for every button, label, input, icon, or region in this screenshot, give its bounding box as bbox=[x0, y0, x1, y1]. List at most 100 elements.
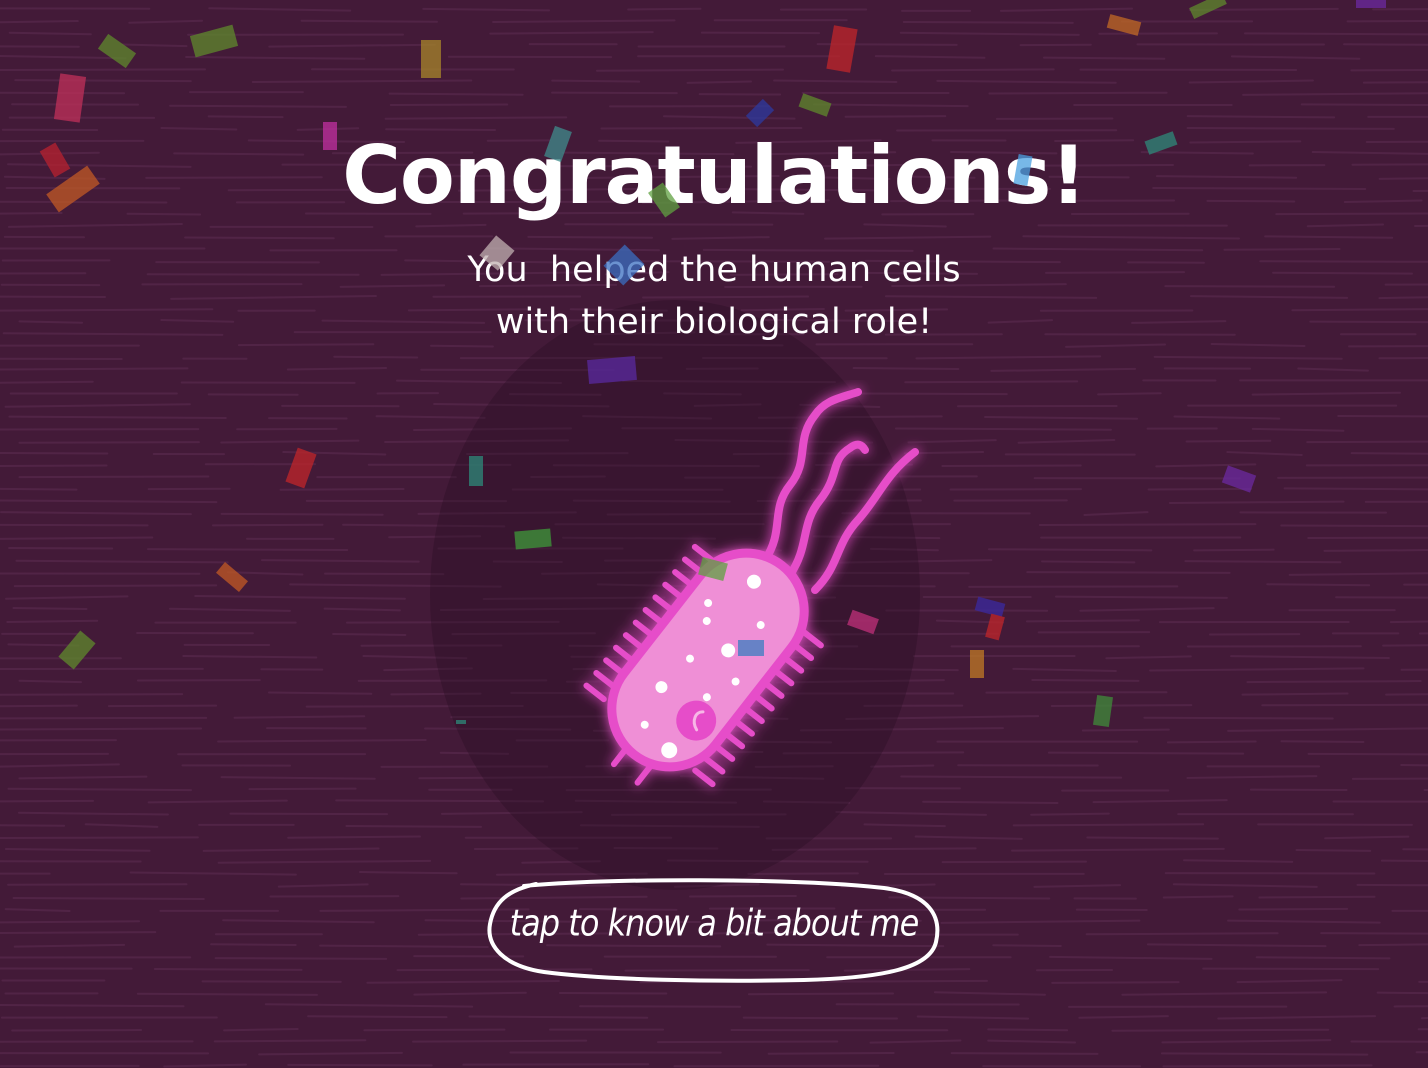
texture-stroke bbox=[7, 643, 80, 647]
learn-more-button[interactable]: tap to know a bit about me bbox=[484, 876, 944, 988]
texture-stroke bbox=[1295, 849, 1372, 852]
texture-stroke bbox=[1011, 847, 1225, 852]
texture-stroke bbox=[1012, 667, 1117, 672]
texture-stroke bbox=[202, 847, 380, 852]
texture-stroke bbox=[18, 679, 82, 684]
bacterium-icon bbox=[583, 388, 919, 788]
texture-stroke bbox=[657, 1040, 839, 1044]
texture-stroke bbox=[12, 607, 88, 610]
texture-stroke bbox=[0, 716, 208, 720]
texture-stroke bbox=[1188, 7, 1339, 12]
texture-stroke bbox=[136, 992, 318, 996]
texture-stroke bbox=[767, 1051, 895, 1055]
texture-stroke bbox=[223, 1027, 299, 1032]
texture-stroke bbox=[863, 823, 946, 828]
texture-stroke bbox=[936, 79, 1117, 84]
texture-stroke bbox=[0, 693, 184, 696]
texture-stroke bbox=[84, 823, 159, 828]
texture-stroke bbox=[8, 31, 92, 36]
texture-stroke bbox=[1378, 357, 1428, 360]
texture-stroke bbox=[1202, 967, 1380, 971]
texture-stroke bbox=[1081, 728, 1170, 732]
texture-stroke bbox=[264, 1003, 474, 1008]
texture-stroke bbox=[233, 715, 366, 719]
texture-stroke bbox=[915, 355, 1102, 360]
texture-stroke bbox=[987, 1028, 1069, 1032]
texture-stroke bbox=[1017, 439, 1116, 444]
texture-stroke bbox=[1324, 835, 1410, 840]
texture-stroke bbox=[182, 655, 318, 659]
texture-stroke bbox=[1280, 740, 1365, 743]
texture-stroke bbox=[0, 836, 199, 839]
texture-stroke bbox=[1264, 235, 1394, 239]
texture-stroke bbox=[914, 835, 1023, 840]
texture-stroke bbox=[0, 68, 206, 72]
texture-stroke bbox=[1025, 619, 1140, 623]
texture-stroke bbox=[226, 571, 304, 576]
texture-stroke bbox=[1105, 655, 1192, 660]
texture-stroke bbox=[1246, 680, 1422, 684]
texture-stroke bbox=[1376, 991, 1428, 995]
texture-stroke bbox=[1121, 991, 1328, 996]
texture-stroke bbox=[0, 487, 78, 491]
texture-stroke bbox=[0, 451, 109, 455]
texture-stroke bbox=[1307, 752, 1428, 756]
texture-stroke bbox=[323, 607, 401, 612]
texture-stroke bbox=[1389, 620, 1428, 624]
texture-stroke bbox=[268, 43, 436, 48]
texture-stroke bbox=[217, 859, 432, 864]
texture-stroke bbox=[596, 68, 784, 72]
texture-stroke bbox=[169, 607, 291, 612]
texture-stroke bbox=[0, 536, 154, 540]
texture-stroke bbox=[13, 584, 218, 588]
texture-stroke bbox=[747, 992, 895, 996]
texture-stroke bbox=[1022, 235, 1240, 240]
texture-stroke bbox=[4, 403, 191, 408]
texture-stroke bbox=[0, 20, 79, 24]
texture-stroke bbox=[208, 7, 352, 12]
texture-stroke bbox=[874, 55, 986, 59]
texture-stroke bbox=[844, 115, 947, 118]
texture-stroke bbox=[816, 43, 958, 46]
texture-stroke bbox=[992, 944, 1062, 947]
texture-stroke bbox=[415, 223, 487, 228]
texture-stroke bbox=[1186, 775, 1318, 779]
texture-stroke bbox=[1097, 392, 1162, 396]
texture-stroke bbox=[307, 1015, 448, 1019]
texture-stroke bbox=[899, 31, 1080, 36]
texture-stroke bbox=[771, 847, 977, 851]
texture-stroke bbox=[1155, 463, 1257, 468]
texture-stroke bbox=[1054, 595, 1228, 599]
texture-stroke bbox=[207, 115, 284, 119]
texture-stroke bbox=[1350, 68, 1428, 72]
texture-stroke bbox=[412, 1039, 588, 1043]
texture-stroke bbox=[1306, 440, 1428, 444]
texture-stroke bbox=[1172, 883, 1318, 888]
bacterium-spike bbox=[691, 543, 716, 564]
texture-stroke bbox=[1031, 679, 1140, 682]
texture-stroke bbox=[1147, 487, 1253, 491]
texture-stroke bbox=[627, 7, 702, 11]
texture-stroke bbox=[1083, 511, 1149, 516]
texture-stroke bbox=[121, 43, 188, 48]
texture-stroke bbox=[287, 835, 421, 839]
texture-stroke bbox=[1414, 224, 1428, 228]
texture-stroke bbox=[1385, 693, 1428, 696]
texture-stroke bbox=[359, 871, 458, 875]
texture-stroke bbox=[363, 1028, 506, 1032]
texture-stroke bbox=[773, 79, 898, 83]
texture-stroke bbox=[384, 116, 568, 120]
texture-stroke bbox=[17, 811, 169, 816]
texture-stroke bbox=[1323, 549, 1428, 552]
texture-stroke bbox=[1306, 223, 1384, 228]
texture-stroke bbox=[1362, 81, 1428, 84]
texture-stroke bbox=[1280, 524, 1428, 528]
texture-stroke bbox=[1380, 859, 1428, 862]
texture-stroke bbox=[1382, 644, 1428, 647]
texture-stroke bbox=[287, 1063, 433, 1067]
texture-stroke bbox=[935, 619, 1005, 624]
texture-stroke bbox=[1300, 103, 1428, 107]
texture-stroke bbox=[4, 848, 151, 852]
texture-stroke bbox=[0, 727, 203, 731]
texture-stroke bbox=[492, 19, 676, 23]
